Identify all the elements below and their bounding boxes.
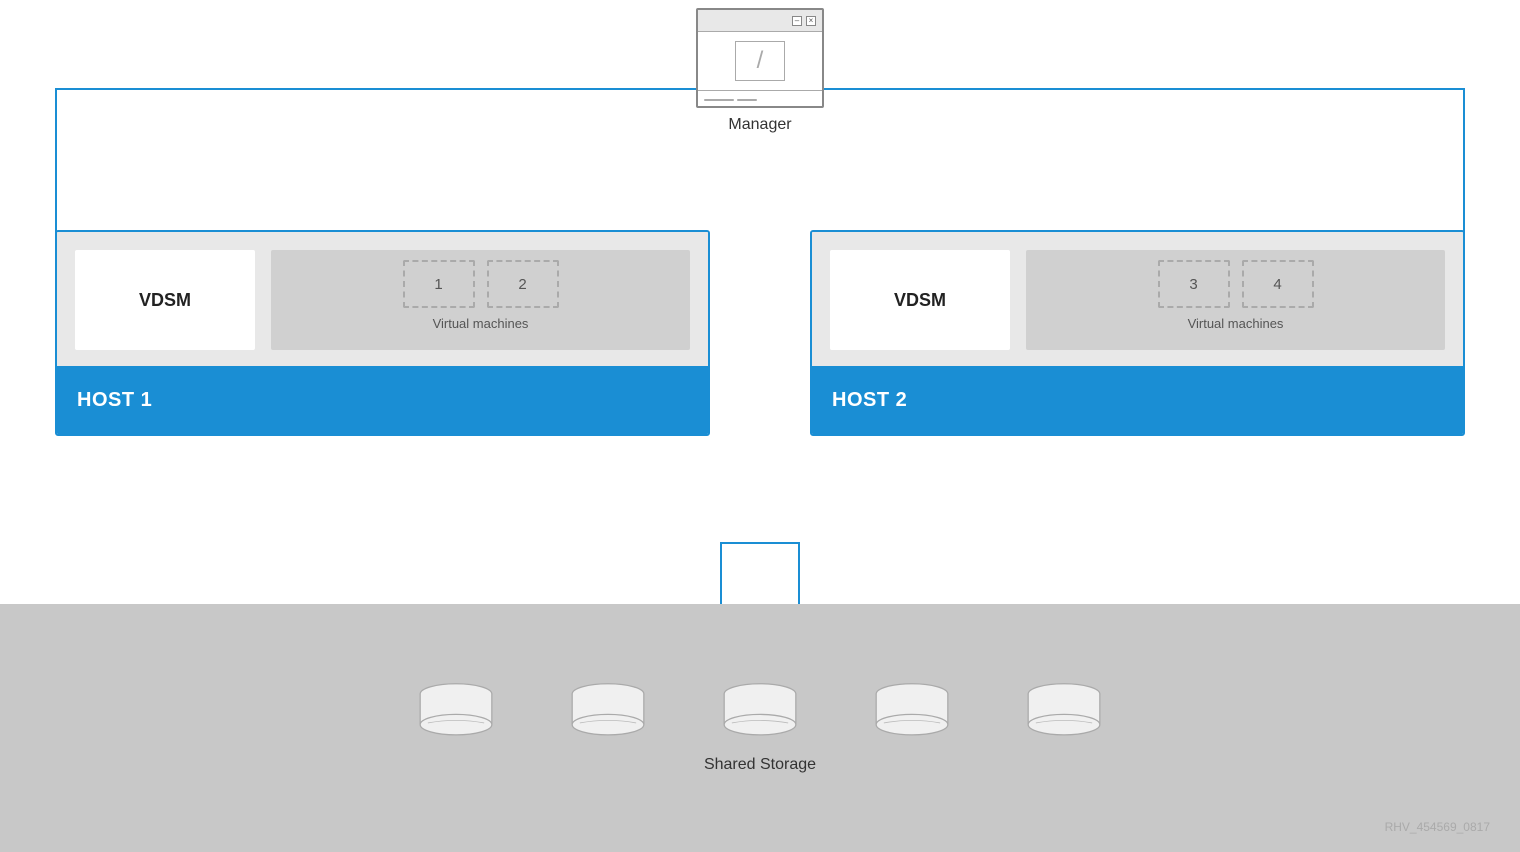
host1-footer: HOST 1: [57, 366, 708, 434]
minimize-btn: –: [792, 16, 802, 26]
manager-titlebar: – ×: [698, 10, 822, 32]
host2-box: VDSM 3 4 Virtual machines HOST 2: [810, 230, 1465, 436]
disk-2-icon: [563, 682, 653, 740]
host1-inner: VDSM 1 2 Virtual machines: [57, 232, 708, 350]
host2-inner: VDSM 3 4 Virtual machines: [812, 232, 1463, 350]
disk-3-icon: [715, 682, 805, 740]
manager-slash-icon: [735, 41, 785, 81]
host1-label: HOST 1: [77, 389, 152, 412]
host2-vm4: 4: [1242, 260, 1314, 308]
storage-label: Shared Storage: [704, 756, 816, 774]
storage-section: Shared Storage: [0, 604, 1520, 852]
host1-box: VDSM 1 2 Virtual machines HOST 1: [55, 230, 710, 436]
storage-disks-row: [411, 682, 1109, 740]
host2-vm3: 3: [1158, 260, 1230, 308]
watermark: RHV_454569_0817: [1385, 820, 1490, 834]
disk-1-icon: [411, 682, 501, 740]
host2-vm-boxes: 3 4: [1158, 260, 1314, 308]
diagram-container: – × Manager VDSM 1 2: [0, 0, 1520, 852]
manager-content: [698, 32, 822, 90]
host2-vm-label: Virtual machines: [1188, 316, 1284, 331]
host1-vm2: 2: [487, 260, 559, 308]
host1-vm-label: Virtual machines: [433, 316, 529, 331]
host2-content-row: VDSM 3 4 Virtual machines: [830, 250, 1445, 350]
disk-4: [867, 682, 957, 740]
host1-vdsm: VDSM: [75, 250, 255, 350]
disk-1: [411, 682, 501, 740]
manager-label: Manager: [728, 116, 791, 134]
host1-vm-boxes: 1 2: [403, 260, 559, 308]
disk-5-icon: [1019, 682, 1109, 740]
host1-vms-section: 1 2 Virtual machines: [271, 250, 690, 350]
manager-footer: [698, 90, 822, 108]
host1-vm1: 1: [403, 260, 475, 308]
storage-connector-right: [798, 542, 800, 604]
storage-connector-bridge: [720, 542, 800, 544]
manager-window: – ×: [696, 8, 824, 108]
manager-section: – × Manager: [696, 8, 824, 134]
footer-line2: [737, 99, 757, 101]
host2-vdsm: VDSM: [830, 250, 1010, 350]
host2-vms-section: 3 4 Virtual machines: [1026, 250, 1445, 350]
close-btn: ×: [806, 16, 816, 26]
hosts-row: VDSM 1 2 Virtual machines HOST 1: [55, 230, 1465, 436]
disk-4-icon: [867, 682, 957, 740]
disk-2: [563, 682, 653, 740]
host2-footer: HOST 2: [812, 366, 1463, 434]
disk-5: [1019, 682, 1109, 740]
disk-3-center: [715, 682, 805, 740]
host2-label: HOST 2: [832, 389, 907, 412]
storage-connector-left: [720, 542, 722, 604]
footer-line1: [704, 99, 734, 101]
host1-content-row: VDSM 1 2 Virtual machines: [75, 250, 690, 350]
